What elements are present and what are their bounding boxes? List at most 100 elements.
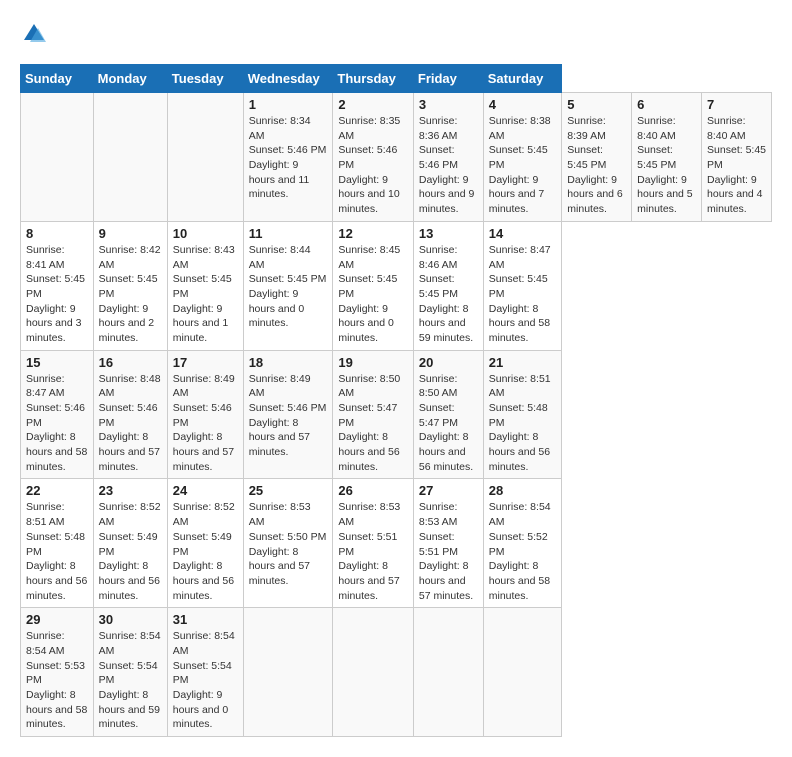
day-number: 10 xyxy=(173,226,238,241)
day-info: Sunrise: 8:39 AMSunset: 5:45 PMDaylight:… xyxy=(567,114,626,217)
day-info: Sunrise: 8:51 AMSunset: 5:48 PMDaylight:… xyxy=(489,372,557,475)
day-info: Sunrise: 8:53 AMSunset: 5:51 PMDaylight:… xyxy=(338,500,408,603)
day-info: Sunrise: 8:53 AMSunset: 5:50 PMDaylight:… xyxy=(249,500,328,588)
day-number: 7 xyxy=(707,97,766,112)
table-row: 4 Sunrise: 8:38 AMSunset: 5:45 PMDaylight… xyxy=(483,93,562,222)
day-info: Sunrise: 8:49 AMSunset: 5:46 PMDaylight:… xyxy=(249,372,328,460)
table-row: 14 Sunrise: 8:47 AMSunset: 5:45 PMDayligh… xyxy=(483,221,562,350)
table-row: 27Sunrise: 8:53 AMSunset: 5:51 PMDayligh… xyxy=(413,479,483,608)
day-info: Sunrise: 8:40 AMSunset: 5:45 PMDaylight:… xyxy=(637,114,696,217)
day-info: Sunrise: 8:45 AMSunset: 5:45 PMDaylight:… xyxy=(338,243,408,346)
table-row: 24 Sunrise: 8:52 AMSunset: 5:49 PMDayligh… xyxy=(167,479,243,608)
table-row: 21 Sunrise: 8:51 AMSunset: 5:48 PMDayligh… xyxy=(483,350,562,479)
table-row: 29Sunrise: 8:54 AMSunset: 5:53 PMDayligh… xyxy=(21,608,94,737)
day-info: Sunrise: 8:47 AMSunset: 5:46 PMDaylight:… xyxy=(26,372,88,475)
day-number: 23 xyxy=(99,483,162,498)
day-info: Sunrise: 8:52 AMSunset: 5:49 PMDaylight:… xyxy=(99,500,162,603)
table-row: 16Sunrise: 8:48 AMSunset: 5:46 PMDayligh… xyxy=(93,350,167,479)
table-row: 3 Sunrise: 8:36 AMSunset: 5:46 PMDaylight… xyxy=(413,93,483,222)
table-row: 17 Sunrise: 8:49 AMSunset: 5:46 PMDayligh… xyxy=(167,350,243,479)
day-number: 31 xyxy=(173,612,238,627)
day-number: 1 xyxy=(249,97,328,112)
table-row: 19 Sunrise: 8:50 AMSunset: 5:47 PMDayligh… xyxy=(333,350,414,479)
day-number: 14 xyxy=(489,226,557,241)
day-number: 18 xyxy=(249,355,328,370)
day-number: 9 xyxy=(99,226,162,241)
table-row: 26 Sunrise: 8:53 AMSunset: 5:51 PMDayligh… xyxy=(333,479,414,608)
col-header-wednesday: Wednesday xyxy=(243,65,333,93)
day-info: Sunrise: 8:36 AMSunset: 5:46 PMDaylight:… xyxy=(419,114,478,217)
page-header xyxy=(20,20,772,48)
week-row-5: 29Sunrise: 8:54 AMSunset: 5:53 PMDayligh… xyxy=(21,608,772,737)
day-number: 8 xyxy=(26,226,88,241)
table-row: 28 Sunrise: 8:54 AMSunset: 5:52 PMDayligh… xyxy=(483,479,562,608)
table-row: 6 Sunrise: 8:40 AMSunset: 5:45 PMDaylight… xyxy=(632,93,702,222)
day-number: 30 xyxy=(99,612,162,627)
day-info: Sunrise: 8:35 AMSunset: 5:46 PMDaylight:… xyxy=(338,114,408,217)
table-row: 31Sunrise: 8:54 AMSunset: 5:54 PMDayligh… xyxy=(167,608,243,737)
day-number: 27 xyxy=(419,483,478,498)
table-row xyxy=(93,93,167,222)
day-info: Sunrise: 8:46 AMSunset: 5:45 PMDaylight:… xyxy=(419,243,478,346)
day-number: 21 xyxy=(489,355,557,370)
day-info: Sunrise: 8:41 AMSunset: 5:45 PMDaylight:… xyxy=(26,243,88,346)
col-header-saturday: Saturday xyxy=(483,65,562,93)
day-number: 2 xyxy=(338,97,408,112)
day-number: 22 xyxy=(26,483,88,498)
col-header-tuesday: Tuesday xyxy=(167,65,243,93)
day-number: 4 xyxy=(489,97,557,112)
col-header-thursday: Thursday xyxy=(333,65,414,93)
day-number: 25 xyxy=(249,483,328,498)
day-number: 12 xyxy=(338,226,408,241)
logo-icon xyxy=(20,20,48,48)
day-number: 24 xyxy=(173,483,238,498)
day-info: Sunrise: 8:48 AMSunset: 5:46 PMDaylight:… xyxy=(99,372,162,475)
day-number: 19 xyxy=(338,355,408,370)
day-number: 6 xyxy=(637,97,696,112)
day-info: Sunrise: 8:54 AMSunset: 5:54 PMDaylight:… xyxy=(99,629,162,732)
week-row-3: 15 Sunrise: 8:47 AMSunset: 5:46 PMDayligh… xyxy=(21,350,772,479)
day-info: Sunrise: 8:43 AMSunset: 5:45 PMDaylight:… xyxy=(173,243,238,346)
day-number: 11 xyxy=(249,226,328,241)
col-header-sunday: Sunday xyxy=(21,65,94,93)
day-number: 20 xyxy=(419,355,478,370)
week-row-2: 8 Sunrise: 8:41 AMSunset: 5:45 PMDaylight… xyxy=(21,221,772,350)
day-number: 28 xyxy=(489,483,557,498)
table-row: 2 Sunrise: 8:35 AMSunset: 5:46 PMDaylight… xyxy=(333,93,414,222)
calendar-table: SundayMondayTuesdayWednesdayThursdayFrid… xyxy=(20,64,772,737)
table-row: 11 Sunrise: 8:44 AMSunset: 5:45 PMDayligh… xyxy=(243,221,333,350)
week-row-1: 1 Sunrise: 8:34 AMSunset: 5:46 PMDaylight… xyxy=(21,93,772,222)
table-row xyxy=(243,608,333,737)
day-info: Sunrise: 8:50 AMSunset: 5:47 PMDaylight:… xyxy=(419,372,478,475)
day-info: Sunrise: 8:52 AMSunset: 5:49 PMDaylight:… xyxy=(173,500,238,603)
day-number: 3 xyxy=(419,97,478,112)
day-info: Sunrise: 8:49 AMSunset: 5:46 PMDaylight:… xyxy=(173,372,238,475)
day-info: Sunrise: 8:38 AMSunset: 5:45 PMDaylight:… xyxy=(489,114,557,217)
col-header-monday: Monday xyxy=(93,65,167,93)
table-row: 23 Sunrise: 8:52 AMSunset: 5:49 PMDayligh… xyxy=(93,479,167,608)
table-row: 9 Sunrise: 8:42 AMSunset: 5:45 PMDaylight… xyxy=(93,221,167,350)
day-number: 15 xyxy=(26,355,88,370)
table-row: 30 Sunrise: 8:54 AMSunset: 5:54 PMDayligh… xyxy=(93,608,167,737)
week-row-4: 22 Sunrise: 8:51 AMSunset: 5:48 PMDayligh… xyxy=(21,479,772,608)
day-number: 17 xyxy=(173,355,238,370)
day-info: Sunrise: 8:44 AMSunset: 5:45 PMDaylight:… xyxy=(249,243,328,331)
table-row xyxy=(21,93,94,222)
day-info: Sunrise: 8:47 AMSunset: 5:45 PMDaylight:… xyxy=(489,243,557,346)
table-row: 1 Sunrise: 8:34 AMSunset: 5:46 PMDaylight… xyxy=(243,93,333,222)
logo xyxy=(20,20,52,48)
table-row: 18 Sunrise: 8:49 AMSunset: 5:46 PMDayligh… xyxy=(243,350,333,479)
day-info: Sunrise: 8:54 AMSunset: 5:52 PMDaylight:… xyxy=(489,500,557,603)
day-number: 13 xyxy=(419,226,478,241)
table-row xyxy=(413,608,483,737)
day-info: Sunrise: 8:54 AMSunset: 5:53 PMDaylight:… xyxy=(26,629,88,732)
day-info: Sunrise: 8:40 AMSunset: 5:45 PMDaylight:… xyxy=(707,114,766,217)
day-info: Sunrise: 8:34 AMSunset: 5:46 PMDaylight:… xyxy=(249,114,328,202)
table-row xyxy=(483,608,562,737)
day-number: 26 xyxy=(338,483,408,498)
day-info: Sunrise: 8:42 AMSunset: 5:45 PMDaylight:… xyxy=(99,243,162,346)
table-row: 5Sunrise: 8:39 AMSunset: 5:45 PMDaylight… xyxy=(562,93,632,222)
table-row: 22 Sunrise: 8:51 AMSunset: 5:48 PMDayligh… xyxy=(21,479,94,608)
day-info: Sunrise: 8:50 AMSunset: 5:47 PMDaylight:… xyxy=(338,372,408,475)
day-info: Sunrise: 8:51 AMSunset: 5:48 PMDaylight:… xyxy=(26,500,88,603)
